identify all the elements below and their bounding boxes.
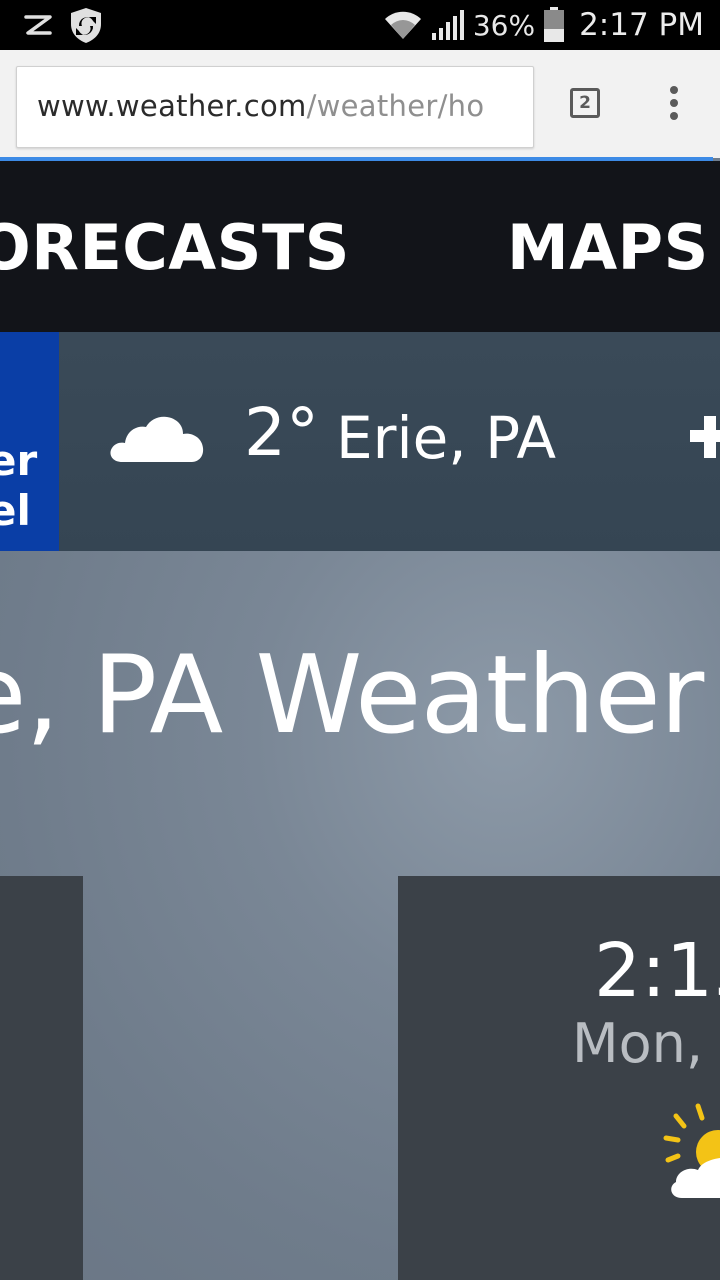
signal-icon (431, 10, 464, 40)
site-nav: ORECASTS MAPS (0, 161, 720, 332)
left-info-card[interactable] (0, 876, 83, 1280)
nav-forecasts[interactable]: ORECASTS (0, 211, 350, 284)
cloud-icon (110, 416, 204, 462)
z-notification-icon (24, 15, 52, 35)
shield-sync-icon (71, 8, 101, 43)
url-host: www.weather.com (37, 89, 307, 123)
partly-sunny-icon (663, 1103, 720, 1198)
url-text: www.weather.com/weather/ho (37, 89, 484, 123)
current-conditions-bar: er el 2° Erie, PA (0, 332, 720, 551)
weather-channel-logo[interactable]: er el (0, 332, 59, 551)
browser-toolbar: www.weather.com/weather/ho 2 (0, 50, 720, 158)
nav-maps[interactable]: MAPS (507, 211, 709, 284)
battery-icon (544, 7, 565, 42)
add-location-icon[interactable] (690, 412, 720, 462)
logo-text-line-2: el (0, 486, 31, 535)
hero-section: e, PA Weather 2:15 Mon, (0, 551, 720, 1280)
clock: 2:17 PM (579, 7, 704, 43)
card-time: 2:15 (594, 928, 720, 1014)
url-bar[interactable]: www.weather.com/weather/ho (16, 66, 534, 148)
overflow-menu-icon[interactable] (664, 86, 684, 126)
right-info-card[interactable]: 2:15 Mon, (398, 876, 720, 1280)
status-bar: 36% 2:17 PM (0, 0, 720, 50)
current-temperature: 2° (244, 394, 319, 471)
tab-switcher-button[interactable]: 2 (570, 88, 600, 118)
url-path: /weather/ho (306, 89, 485, 123)
page-title: e, PA Weather (0, 633, 704, 758)
card-date: Mon, (572, 1012, 704, 1075)
wifi-icon (384, 11, 421, 39)
battery-percent: 36% (472, 8, 536, 42)
logo-text-line-1: er (0, 436, 38, 485)
current-city[interactable]: Erie, PA (336, 404, 556, 472)
